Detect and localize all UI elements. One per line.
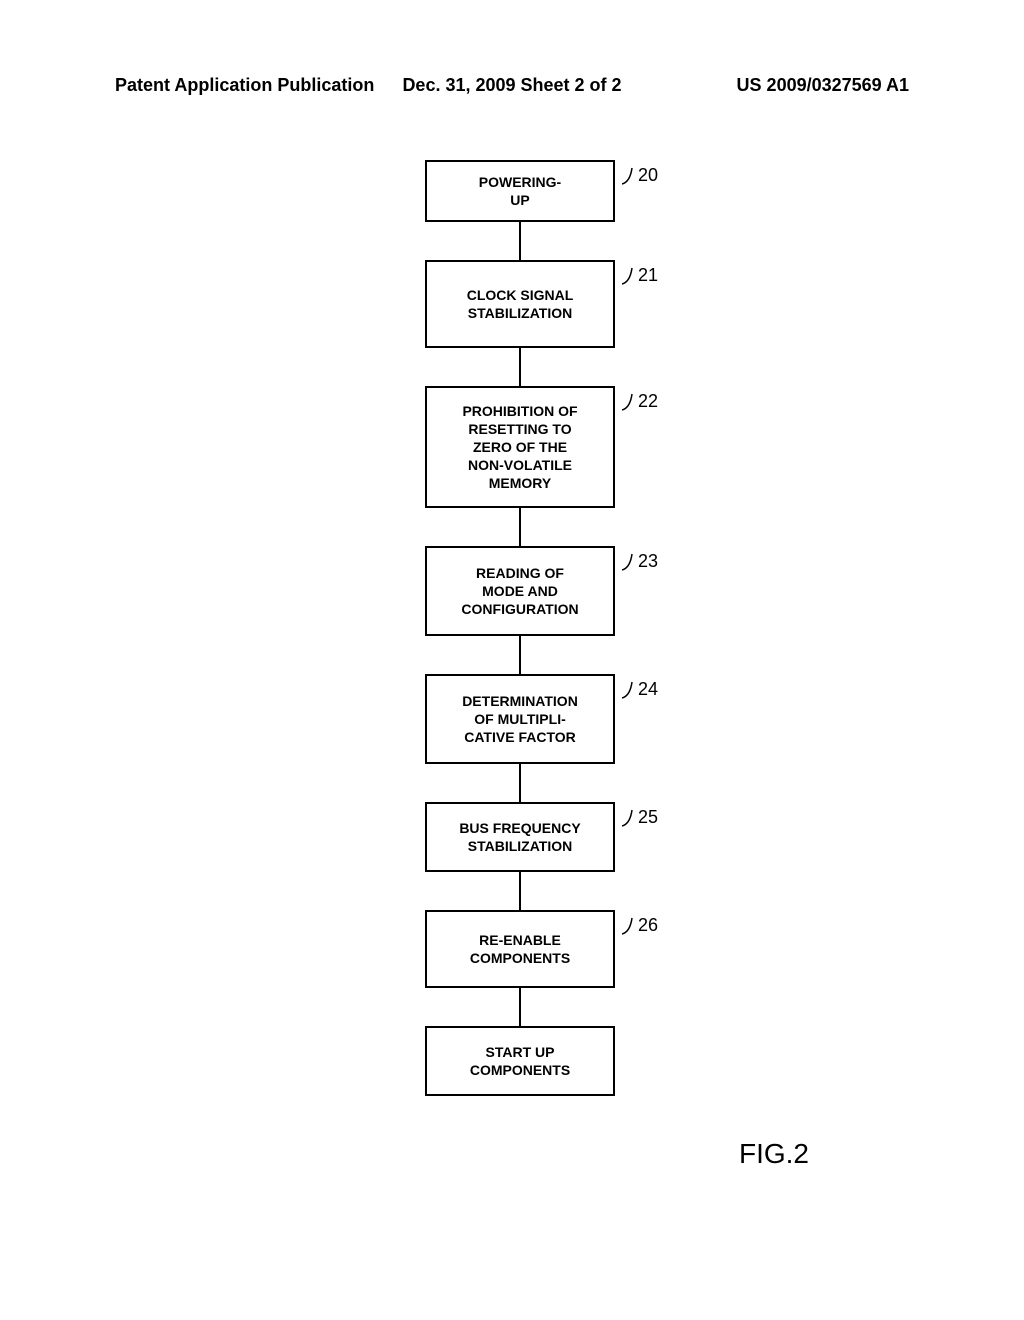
flow-step-label: START UP COMPONENTS — [470, 1043, 570, 1079]
flow-connector — [519, 222, 521, 260]
figure-caption: FIG.2 — [739, 1138, 809, 1170]
leader-line-icon — [622, 914, 636, 936]
leader-line-icon — [622, 390, 636, 412]
flow-step-re-enable: RE-ENABLE COMPONENTS 26 — [425, 910, 615, 988]
leader-line-icon — [622, 164, 636, 186]
reference-numeral-20: 20 — [622, 164, 658, 187]
leader-line-icon — [622, 806, 636, 828]
reference-number: 25 — [638, 806, 658, 829]
header-publication-number: US 2009/0327569 A1 — [644, 75, 909, 96]
reference-number: 20 — [638, 164, 658, 187]
header-publication-type: Patent Application Publication — [115, 75, 380, 96]
reference-number: 23 — [638, 550, 658, 573]
page-header: Patent Application Publication Dec. 31, … — [0, 75, 1024, 96]
leader-line-icon — [622, 264, 636, 286]
reference-number: 24 — [638, 678, 658, 701]
flow-step-bus-frequency: BUS FREQUENCY STABILIZATION 25 — [425, 802, 615, 872]
flow-step-prohibition-reset: PROHIBITION OF RESETTING TO ZERO OF THE … — [425, 386, 615, 508]
reference-numeral-24: 24 — [622, 678, 658, 701]
flow-step-label: POWERING- UP — [479, 173, 561, 209]
flow-connector — [519, 348, 521, 386]
flow-step-label: CLOCK SIGNAL STABILIZATION — [467, 286, 574, 322]
flow-step-determination-factor: DETERMINATION OF MULTIPLI- CATIVE FACTOR… — [425, 674, 615, 764]
leader-line-icon — [622, 678, 636, 700]
flow-step-label: RE-ENABLE COMPONENTS — [470, 931, 570, 967]
flow-step-label: READING OF MODE AND CONFIGURATION — [461, 564, 578, 619]
flow-step-label: DETERMINATION OF MULTIPLI- CATIVE FACTOR — [462, 692, 578, 747]
reference-number: 26 — [638, 914, 658, 937]
flow-connector — [519, 988, 521, 1026]
flow-step-powering-up: POWERING- UP 20 — [425, 160, 615, 222]
flow-step-label: PROHIBITION OF RESETTING TO ZERO OF THE … — [462, 402, 577, 493]
leader-line-icon — [622, 550, 636, 572]
reference-numeral-23: 23 — [622, 550, 658, 573]
flow-step-clock-stabilization: CLOCK SIGNAL STABILIZATION 21 — [425, 260, 615, 348]
reference-numeral-26: 26 — [622, 914, 658, 937]
flowchart-diagram: POWERING- UP 20 CLOCK SIGNAL STABILIZATI… — [320, 160, 720, 1096]
reference-number: 22 — [638, 390, 658, 413]
flow-connector — [519, 636, 521, 674]
reference-numeral-25: 25 — [622, 806, 658, 829]
flow-connector — [519, 872, 521, 910]
reference-numeral-21: 21 — [622, 264, 658, 287]
flow-step-reading-mode: READING OF MODE AND CONFIGURATION 23 — [425, 546, 615, 636]
header-date-sheet: Dec. 31, 2009 Sheet 2 of 2 — [380, 75, 645, 96]
flow-connector — [519, 508, 521, 546]
reference-numeral-22: 22 — [622, 390, 658, 413]
reference-number: 21 — [638, 264, 658, 287]
flow-connector — [519, 764, 521, 802]
flow-step-start-up: START UP COMPONENTS — [425, 1026, 615, 1096]
flow-step-label: BUS FREQUENCY STABILIZATION — [459, 819, 580, 855]
